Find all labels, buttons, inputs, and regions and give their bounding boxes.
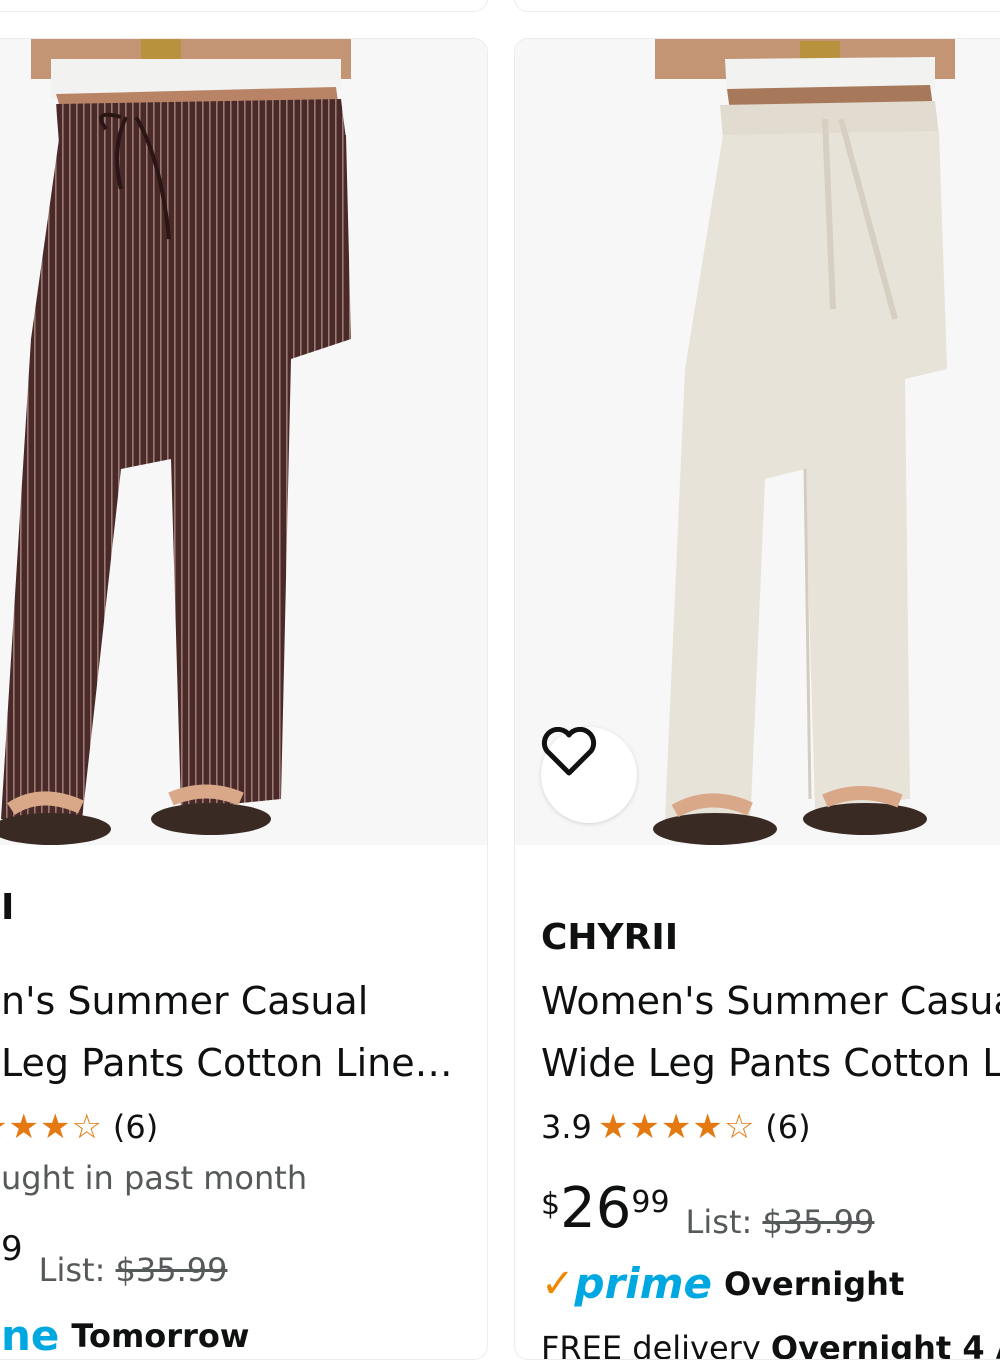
linen-pants-image [653,39,955,845]
star-rating-icons: ★★★★☆ [597,1107,756,1147]
product-card[interactable]: I n's Summer Casual Leg Pants Cotton Lin… [0,38,488,1360]
list-price: List: $35.99 [686,1203,875,1241]
previous-card-edge [0,0,488,12]
free-delivery-time: Overnight 4 A [770,1329,1000,1360]
prime-logo-icon: ne [1,1311,60,1360]
rating-value: 3.9 [541,1108,592,1146]
review-count[interactable]: (6) [765,1108,810,1146]
list-price-value: $35.99 [762,1203,875,1241]
shipping-speed: Tomorrow [71,1316,250,1355]
prime-shipping-row: ✓ prime Overnight [541,1259,904,1308]
product-title-line1[interactable]: Women's Summer Casua [541,979,1000,1023]
list-price-value: $35.99 [115,1251,228,1289]
price-currency: $ [541,1187,561,1222]
price-fraction: 99 [631,1185,670,1220]
prime-check-icon: ✓ [541,1260,575,1307]
star-rating-icons: ★★★☆ [0,1107,103,1147]
bought-in-past-month: ught in past month [1,1159,308,1197]
list-label: List: [685,1203,763,1241]
product-image[interactable] [515,39,1000,845]
prime-logo-icon: prime [574,1259,712,1308]
shipping-speed: Overnight [723,1264,905,1303]
prime-shipping-row: ne Tomorrow [1,1311,250,1360]
product-title-line2[interactable]: Leg Pants Cotton Line… [1,1041,453,1085]
favorite-heart-button[interactable] [541,727,637,823]
product-title-line1[interactable]: n's Summer Casual [1,979,368,1023]
price-row: $ 26 99 List: $35.99 [541,1176,875,1242]
list-price: List: $35.99 [39,1251,228,1289]
rating-row[interactable]: ★★★☆ (6) [0,1107,158,1147]
price-row: 9 List: $35.99 [1,1229,228,1289]
free-delivery-label: FREE delivery [541,1329,771,1360]
price-fraction: 9 [1,1229,23,1269]
review-count[interactable]: (6) [113,1108,158,1146]
product-brand: CHYRII [541,917,679,958]
product-card[interactable]: CHYRII Women's Summer Casua Wide Leg Pan… [514,38,1000,1360]
heart-outline-icon [541,727,597,776]
product-title-line2[interactable]: Wide Leg Pants Cotton L [541,1041,1000,1085]
list-label: List: [38,1251,116,1289]
product-image[interactable] [0,39,487,845]
price-whole: 26 [560,1176,632,1241]
previous-card-edge [514,0,1000,12]
striped-pants-image [0,39,351,845]
free-delivery-text: FREE delivery Overnight 4 A [541,1329,1000,1360]
product-brand: I [1,887,15,928]
rating-row[interactable]: 3.9 ★★★★☆ (6) [541,1107,811,1147]
